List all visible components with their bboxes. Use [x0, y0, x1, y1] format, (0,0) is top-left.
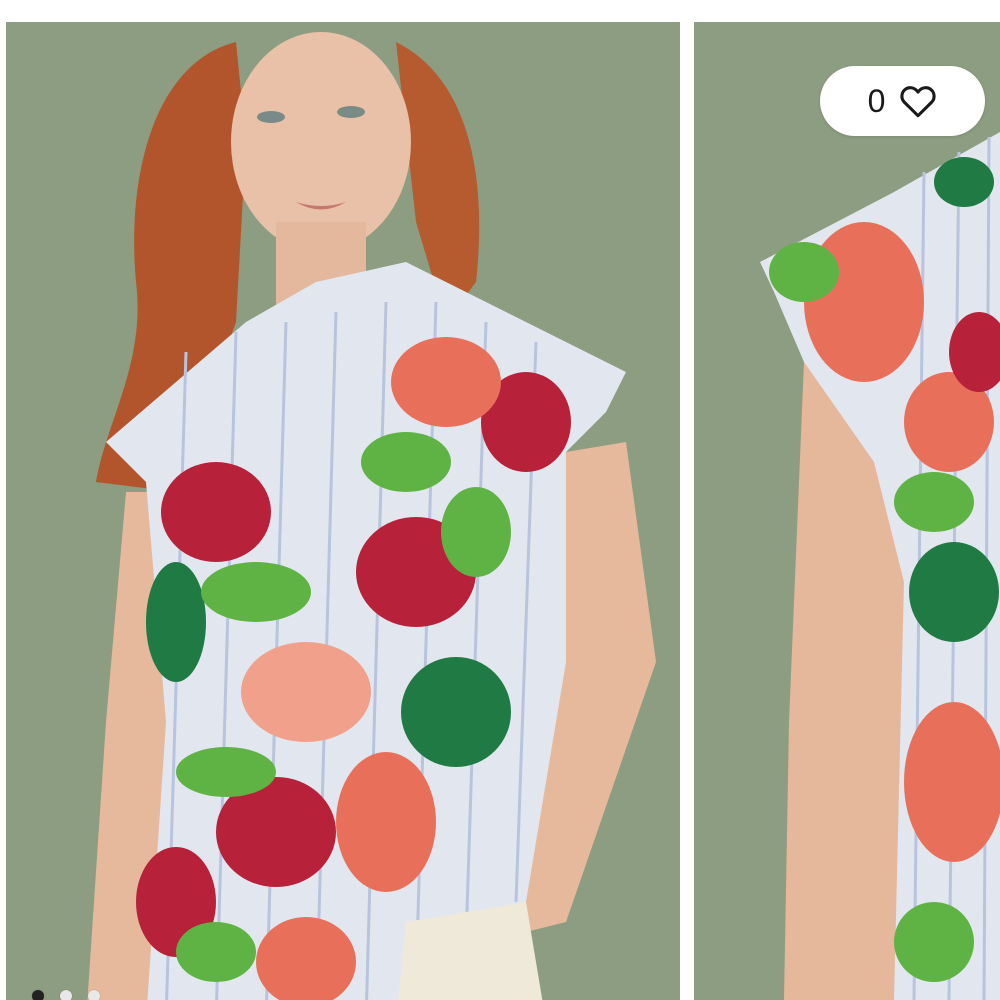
wishlist-count: 0 — [867, 83, 886, 119]
pagination-dot-2[interactable] — [60, 990, 72, 1000]
product-image-viewer: 0 — [0, 0, 1000, 1000]
wishlist-button[interactable]: 0 — [820, 66, 985, 136]
pagination-dot-3[interactable] — [88, 990, 100, 1000]
carousel-pagination — [32, 990, 100, 1000]
product-image-main[interactable] — [6, 22, 680, 1000]
image-carousel[interactable] — [0, 0, 1000, 1000]
pagination-dot-1[interactable] — [32, 990, 44, 1000]
heart-outline-icon — [899, 84, 937, 118]
sleeve-detail-photo — [694, 22, 1000, 1000]
product-image-detail[interactable] — [694, 22, 1000, 1000]
model-front-photo — [6, 22, 680, 1000]
